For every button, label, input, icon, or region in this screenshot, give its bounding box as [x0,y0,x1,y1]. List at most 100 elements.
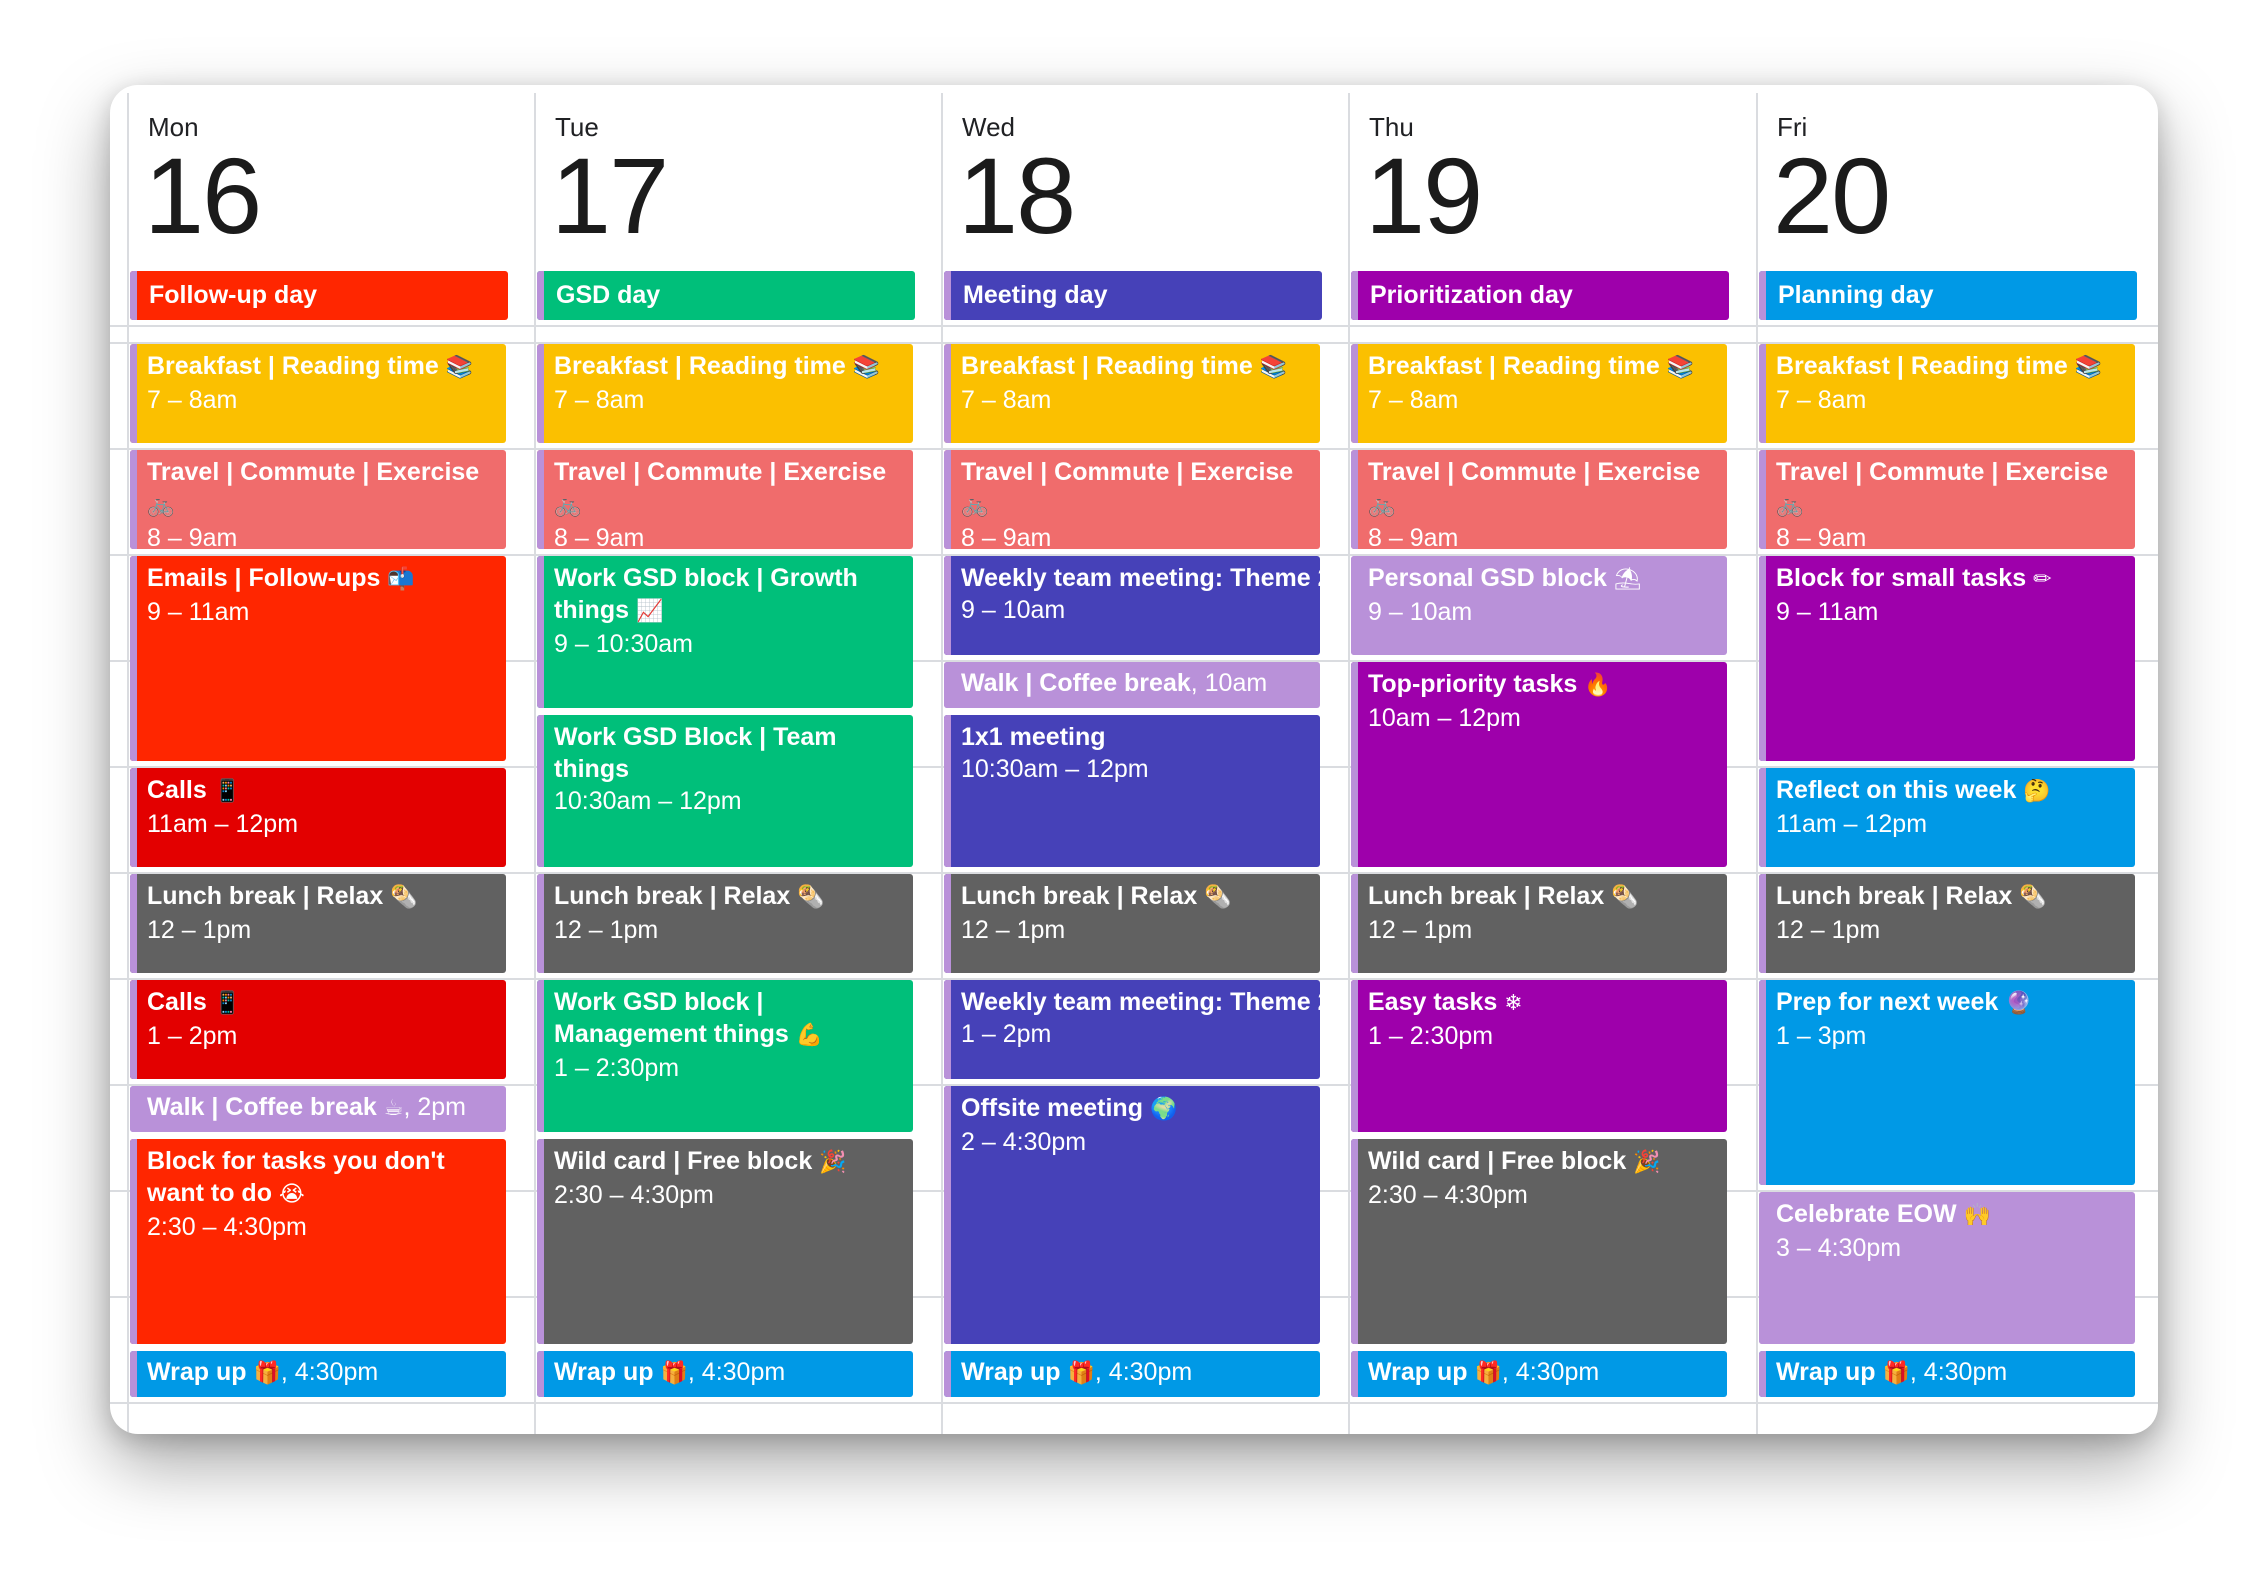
event-emoji-icon: 🚲 [961,493,989,518]
calendar-event[interactable]: Block for tasks you don't want to do 😭 2:… [130,1139,506,1344]
calendar-event[interactable]: Lunch break | Relax 🌯 12 – 1pm [130,874,506,973]
event-time: 11am – 12pm [1776,810,1928,838]
event-title-text: Travel | Commute | Exercise [554,458,887,486]
day-number[interactable]: 20 [1773,136,1891,256]
calendar-event[interactable]: Travel | Commute | Exercise 🚲 8 – 9am [537,450,913,549]
calendar-event[interactable]: Weekly team meeting: Theme 2 1 – 2pm [944,980,1320,1079]
calendar-event[interactable]: Travel | Commute | Exercise 🚲 8 – 9am [1759,450,2135,549]
event-time: 9 – 11am [147,598,250,626]
event-time: 7 – 8am [147,386,238,414]
calendar-event[interactable]: Wrap up 🎁, 4:30pm [537,1351,913,1397]
calendar-event[interactable]: Wrap up 🎁, 4:30pm [130,1351,506,1397]
calendar-color-stripe [537,556,544,708]
column-divider [941,93,943,1434]
calendar-color-stripe [944,344,951,443]
event-title-text: Lunch break | Relax [147,882,384,910]
calendar-event[interactable]: Wrap up 🎁, 4:30pm [944,1351,1320,1397]
event-time: 8 – 9am [1368,524,1459,549]
day-number[interactable]: 18 [958,136,1076,256]
calendar-color-stripe [1351,344,1358,443]
event-title: Prep for next week 🔮 [1776,986,2135,1020]
event-time: 7 – 8am [1776,386,1867,414]
day-number[interactable]: 16 [144,136,262,256]
calendar-event[interactable]: Reflect on this week 🤔 11am – 12pm [1759,768,2135,867]
event-emoji-icon: 📱 [213,779,242,804]
calendar-color-stripe [537,344,544,443]
calendar-color-stripe [944,662,951,708]
all-day-event[interactable]: Follow-up day [130,271,508,320]
event-emoji-icon: 🚲 [147,493,175,518]
calendar-event[interactable]: Breakfast | Reading time 📚 7 – 8am [1351,344,1727,443]
calendar-color-stripe [1351,1351,1358,1397]
calendar-event[interactable]: Work GSD block | Growth things 📈 9 – 10:3… [537,556,913,708]
calendar-event[interactable]: Wrap up 🎁, 4:30pm [1351,1351,1727,1397]
calendar-color-stripe [1351,556,1358,655]
all-day-event[interactable]: GSD day [537,271,915,320]
calendar-event[interactable]: Breakfast | Reading time 📚 7 – 8am [1759,344,2135,443]
calendar-event[interactable]: Breakfast | Reading time 📚 7 – 8am [130,344,506,443]
calendar-event[interactable]: Top-priority tasks 🔥 10am – 12pm [1351,662,1727,867]
event-time: 8 – 9am [1776,524,1867,549]
calendar-event[interactable]: Wrap up 🎁, 4:30pm [1759,1351,2135,1397]
calendar-color-stripe [130,874,137,973]
event-title-text: Emails | Follow-ups [147,564,381,592]
event-title-text: Offsite meeting [961,1094,1143,1122]
calendar-color-stripe [130,344,137,443]
day-number[interactable]: 19 [1365,136,1483,256]
calendar-event[interactable]: Walk | Coffee break, 10am [944,662,1320,708]
event-time: 1 – 3pm [1776,1022,1867,1050]
all-day-event[interactable]: Planning day [1759,271,2137,320]
calendar-event[interactable]: Travel | Commute | Exercise 🚲 8 – 9am [130,450,506,549]
calendar-event[interactable]: Wild card | Free block 🎉 2:30 – 4:30pm [1351,1139,1727,1344]
calendar-color-stripe [130,271,137,320]
event-title-text: Wrap up [147,1358,247,1386]
calendar-event[interactable]: Lunch break | Relax 🌯 12 – 1pm [1759,874,2135,973]
event-emoji-icon: 📈 [635,599,664,624]
event-title-text: Work GSD block | Management things [554,988,789,1048]
calendar-event[interactable]: Easy tasks ❄ 1 – 2:30pm [1351,980,1727,1132]
calendar-event[interactable]: Breakfast | Reading time 📚 7 – 8am [537,344,913,443]
calendar-event[interactable]: Lunch break | Relax 🌯 12 – 1pm [1351,874,1727,973]
event-time: 3 – 4:30pm [1776,1234,1902,1262]
calendar-event[interactable]: 1x1 meeting 10:30am – 12pm [944,715,1320,867]
calendar-color-stripe [130,1351,137,1397]
calendar-event[interactable]: Personal GSD block ⛱ 9 – 10am [1351,556,1727,655]
calendar-event[interactable]: Block for small tasks ✏ 9 – 11am [1759,556,2135,761]
calendar-event[interactable]: Celebrate EOW 🙌 3 – 4:30pm [1759,1192,2135,1344]
calendar-event[interactable]: Work GSD Block | Team things 10:30am – 12… [537,715,913,867]
calendar-event[interactable]: Weekly team meeting: Theme 2 9 – 10am [944,556,1320,655]
calendar-event[interactable]: Calls 📱 11am – 12pm [130,768,506,867]
event-emoji-icon: ☕ [383,1096,404,1121]
event-emoji-icon: 🤔 [2023,779,2051,804]
event-emoji-icon: 🌯 [2019,885,2047,910]
calendar-event[interactable]: Lunch break | Relax 🌯 12 – 1pm [537,874,913,973]
calendar-event[interactable]: Prep for next week 🔮 1 – 3pm [1759,980,2135,1185]
calendar-event[interactable]: Travel | Commute | Exercise 🚲 8 – 9am [944,450,1320,549]
calendar-event[interactable]: Offsite meeting 🌍 2 – 4:30pm [944,1086,1320,1344]
calendar-color-stripe [944,450,951,549]
event-title: Weekly team meeting: Theme 2 [961,986,1320,1018]
day-number[interactable]: 17 [551,136,669,256]
event-title: Block for tasks you don't want to do 😭 [147,1145,506,1211]
event-time: 12 – 1pm [554,916,659,944]
calendar-color-stripe [944,874,951,973]
column-divider [534,93,536,1434]
calendar-color-stripe [130,556,137,761]
event-title-text: Walk | Coffee break [147,1093,377,1121]
calendar-event[interactable]: Calls 📱 1 – 2pm [130,980,506,1079]
calendar-color-stripe [537,1351,544,1397]
calendar-event[interactable]: Lunch break | Relax 🌯 12 – 1pm [944,874,1320,973]
event-title: Travel | Commute | Exercise 🚲 [554,456,913,522]
event-time: , 10am [1190,669,1268,697]
calendar-color-stripe [1759,344,1766,443]
event-time: 7 – 8am [1368,386,1459,414]
all-day-event[interactable]: Prioritization day [1351,271,1729,320]
calendar-event[interactable]: Wild card | Free block 🎉 2:30 – 4:30pm [537,1139,913,1344]
calendar-event[interactable]: Emails | Follow-ups 📬 9 – 11am [130,556,506,761]
calendar-event[interactable]: Travel | Commute | Exercise 🚲 8 – 9am [1351,450,1727,549]
calendar-event[interactable]: Breakfast | Reading time 📚 7 – 8am [944,344,1320,443]
calendar-event[interactable]: Walk | Coffee break ☕, 2pm [130,1086,506,1132]
calendar-color-stripe [944,556,951,655]
calendar-event[interactable]: Work GSD block | Management things 💪 1 – … [537,980,913,1132]
all-day-event[interactable]: Meeting day [944,271,1322,320]
